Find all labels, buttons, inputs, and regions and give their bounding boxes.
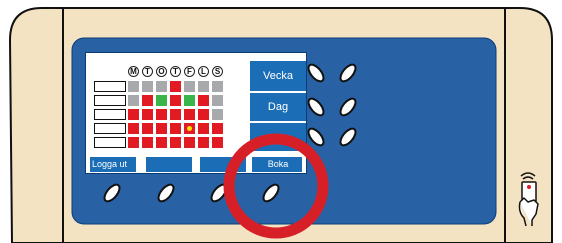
slot-free[interactable]	[156, 95, 167, 106]
key-icon[interactable]	[303, 60, 329, 86]
logout-button[interactable]: Logga ut	[90, 157, 136, 172]
key-icon[interactable]	[153, 180, 179, 206]
slot-unavailable[interactable]	[142, 81, 153, 92]
key-icon[interactable]	[335, 60, 361, 86]
slot-selected[interactable]	[184, 123, 195, 134]
slot-booked[interactable]	[156, 123, 167, 134]
slot-unavailable[interactable]	[184, 81, 195, 92]
slot-booked[interactable]	[198, 95, 209, 106]
slot-unavailable[interactable]	[212, 95, 223, 106]
slot-unavailable[interactable]	[198, 81, 209, 92]
slot-booked[interactable]	[156, 109, 167, 120]
key-icon[interactable]	[335, 94, 361, 120]
slot-booked[interactable]	[170, 95, 181, 106]
day-header-thu: T	[170, 66, 181, 77]
slot-booked[interactable]	[184, 137, 195, 148]
slot-unavailable[interactable]	[212, 81, 223, 92]
time-row-label	[94, 81, 126, 92]
highlight-circle	[223, 133, 329, 239]
slot-unavailable[interactable]	[212, 109, 223, 120]
week-button[interactable]: Vecka	[250, 61, 306, 91]
time-row-label	[94, 109, 126, 120]
slot-booked[interactable]	[128, 109, 139, 120]
day-header-sat: L	[198, 66, 209, 77]
key-icon[interactable]	[335, 124, 361, 150]
slot-booked[interactable]	[128, 137, 139, 148]
slot-booked[interactable]	[198, 123, 209, 134]
day-header-fri: F	[184, 66, 195, 77]
time-row-label	[94, 123, 126, 134]
slot-unavailable[interactable]	[128, 95, 139, 106]
day-header-wed: O	[156, 66, 167, 77]
slot-booked[interactable]	[184, 109, 195, 120]
card-reader-icon	[518, 172, 539, 227]
day-button[interactable]: Dag	[250, 93, 306, 121]
day-header-tue: T	[142, 66, 153, 77]
slot-booked[interactable]	[142, 95, 153, 106]
slot-booked[interactable]	[142, 137, 153, 148]
slot-booked[interactable]	[170, 123, 181, 134]
slot-booked[interactable]	[170, 81, 181, 92]
slot-booked[interactable]	[142, 123, 153, 134]
day-header-sun: S	[212, 66, 223, 77]
slot-booked[interactable]	[170, 109, 181, 120]
blank-bar-button[interactable]	[146, 157, 192, 172]
key-icon[interactable]	[303, 94, 329, 120]
time-row-label	[94, 95, 126, 106]
slot-booked[interactable]	[156, 137, 167, 148]
time-row-label	[94, 137, 126, 148]
slot-unavailable[interactable]	[156, 81, 167, 92]
slot-unavailable[interactable]	[128, 81, 139, 92]
slot-booked[interactable]	[198, 109, 209, 120]
slot-booked[interactable]	[128, 123, 139, 134]
slot-booked[interactable]	[142, 109, 153, 120]
slot-free[interactable]	[184, 95, 195, 106]
slot-booked[interactable]	[170, 137, 181, 148]
day-header-mon: M	[128, 66, 139, 77]
key-icon[interactable]	[99, 180, 125, 206]
slot-booked[interactable]	[198, 137, 209, 148]
